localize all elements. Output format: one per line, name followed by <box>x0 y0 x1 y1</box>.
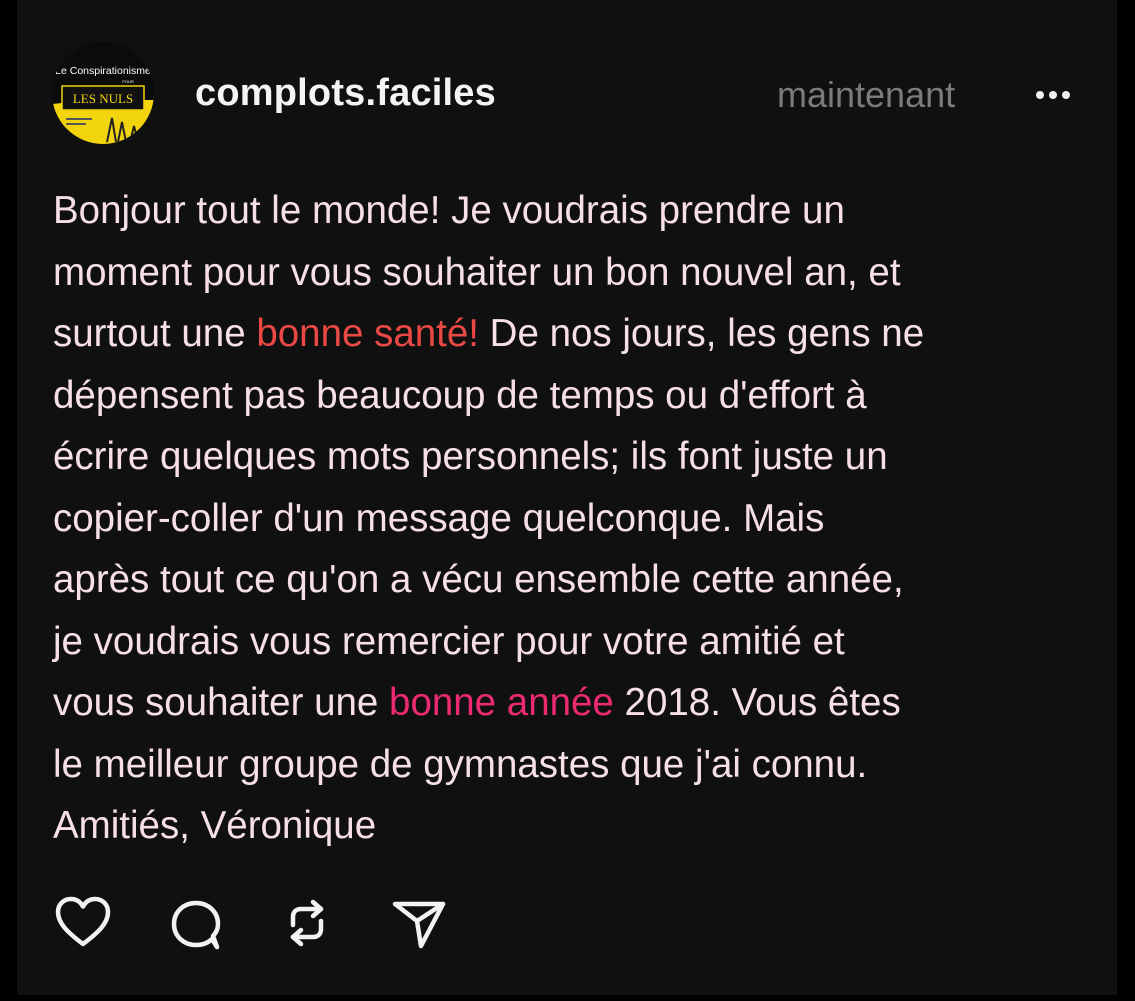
post-body-line: dépensent pas beaucoup de temps ou d'eff… <box>53 373 867 417</box>
heart-icon[interactable] <box>53 893 113 953</box>
highlight-bonne-sante: bonne santé! <box>256 312 479 355</box>
post-body-line: moment pour vous souhaiter un bon nouvel… <box>53 250 901 294</box>
post-body-line: écrire quelques mots personnels; ils fon… <box>53 435 888 478</box>
post-body-line: le meilleur groupe de gymnastes que j'ai… <box>53 742 868 786</box>
post-body: Bonjour tout le monde! Je voudrais prend… <box>53 180 1093 857</box>
post-body-text: vous souhaiter une <box>53 681 390 724</box>
avatar[interactable]: Le Conspirationisme POUR LES NULS <box>52 42 154 144</box>
avatar-title-line3: LES NULS <box>73 91 133 106</box>
post-body-line: Amitiés, Véronique <box>53 804 377 847</box>
post-body-text: surtout une <box>53 312 257 355</box>
avatar-title-line1: Le Conspirationisme <box>55 65 151 77</box>
post-body-text: De nos jours, les gens ne <box>478 312 925 355</box>
highlight-bonne-annee: bonne année <box>389 681 614 724</box>
comment-icon[interactable] <box>165 893 225 953</box>
post-body-line: après tout ce qu'on a vécu ensemble cett… <box>53 558 904 601</box>
repost-icon[interactable] <box>277 893 337 953</box>
post-body-line: Bonjour tout le monde! Je voudrais prend… <box>53 189 845 232</box>
post-body-line: surtout une bonne santé! De nos jours, l… <box>53 303 1093 365</box>
post-body-line: vous souhaiter une bonne année 2018. Vou… <box>53 672 1093 734</box>
avatar-title-line2: POUR <box>122 79 134 84</box>
share-icon[interactable] <box>389 893 449 953</box>
post-card: Le Conspirationisme POUR LES NULS complo… <box>17 0 1117 995</box>
post-body-line: copier-coller d'un message quelconque. M… <box>53 496 825 540</box>
post-body-line: je voudrais vous remercier pour votre am… <box>53 619 845 663</box>
more-horizontal-icon[interactable] <box>1029 82 1077 108</box>
book-cover-avatar-image: Le Conspirationisme POUR LES NULS <box>52 42 154 144</box>
post-body-text: 2018. Vous êtes <box>613 681 901 724</box>
post-author-username[interactable]: complots.faciles <box>195 72 496 115</box>
post-timestamp: maintenant <box>777 74 956 115</box>
